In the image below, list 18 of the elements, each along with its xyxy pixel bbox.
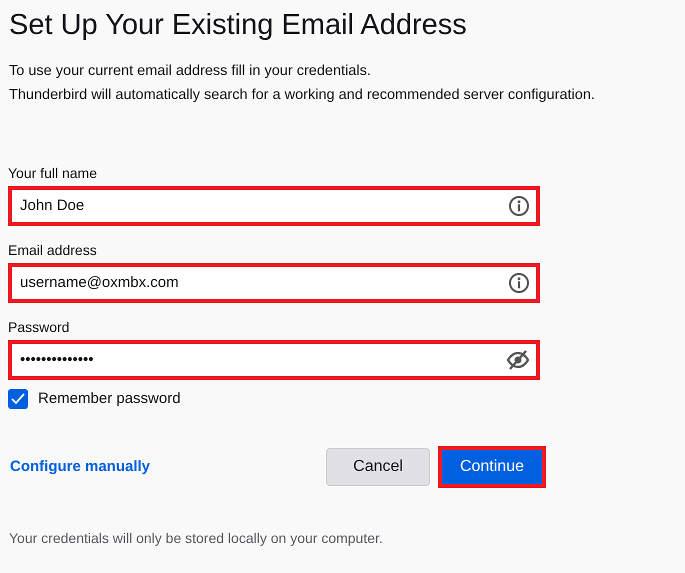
cancel-button[interactable]: Cancel	[326, 448, 430, 486]
footer-note: Your credentials will only be stored locally on your computer.	[9, 529, 384, 548]
field-label: Email address	[8, 240, 98, 260]
input-field[interactable]: ••••••••••••••	[8, 340, 540, 380]
configure-link[interactable]: Configure manually	[10, 456, 150, 479]
field-label: Password	[8, 318, 70, 337]
input-field[interactable]: username@oxmbx.com	[8, 262, 540, 303]
info-icon[interactable]	[508, 272, 530, 294]
input-field[interactable]: John Doe	[8, 186, 540, 226]
intro-text: To use your current email address fill in your credentials.	[9, 62, 372, 81]
intro-text: Thunderbird will automatically search for a working and recommended server configuration.	[9, 86, 596, 105]
field-label: Your full name	[8, 164, 98, 183]
checkbox[interactable]	[8, 389, 28, 410]
info-icon[interactable]	[508, 194, 530, 217]
page-title: Set Up Your Existing Email Address	[9, 8, 468, 43]
eye-slash-icon[interactable]	[506, 348, 530, 371]
continue-button[interactable]: Continue	[438, 446, 546, 488]
checkbox-label: Remember password	[38, 388, 181, 409]
